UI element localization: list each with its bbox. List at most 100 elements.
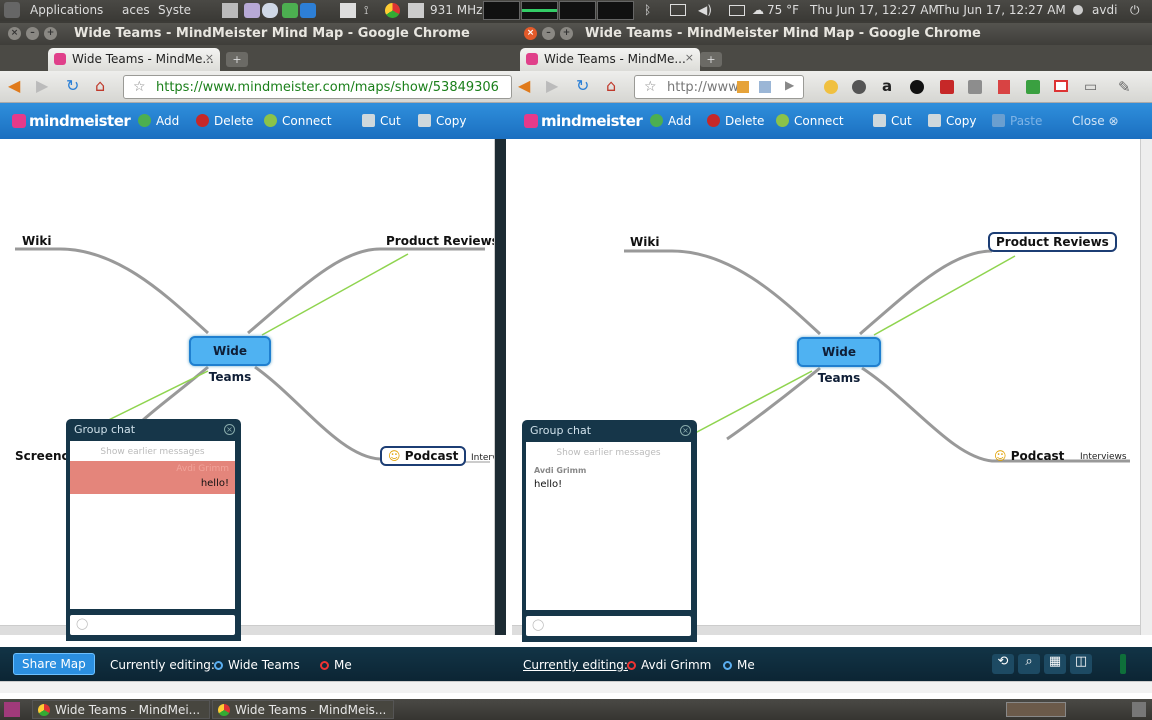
- history-icon[interactable]: ⟲: [992, 654, 1014, 674]
- node-wiki[interactable]: Wiki: [630, 235, 659, 249]
- home-icon[interactable]: ⌂: [95, 78, 105, 94]
- cloud-icon[interactable]: [262, 3, 278, 18]
- address-bar[interactable]: ☆ https://www.mindmeister.com/maps/show/…: [123, 75, 512, 99]
- close-button[interactable]: Close ⊗: [1072, 114, 1119, 128]
- add-button[interactable]: Add: [650, 114, 691, 128]
- close-icon[interactable]: ×: [680, 425, 691, 436]
- maximize-icon[interactable]: +: [560, 27, 573, 40]
- clock[interactable]: Thu Jun 17, 12:27 AM: [937, 3, 1066, 17]
- minimize-icon[interactable]: –: [26, 27, 39, 40]
- mail-icon[interactable]: [729, 5, 745, 16]
- close-icon[interactable]: ×: [224, 424, 235, 435]
- power-icon[interactable]: ⏻: [1130, 3, 1140, 18]
- close-tab-icon[interactable]: ×: [205, 51, 214, 64]
- launcher-icon[interactable]: [408, 3, 424, 18]
- workspace-switcher[interactable]: [1006, 702, 1066, 717]
- node-podcast[interactable]: ☺ Podcast: [380, 446, 467, 466]
- close-tab-icon[interactable]: ×: [685, 51, 694, 64]
- close-icon[interactable]: ×: [524, 27, 537, 40]
- back-icon[interactable]: ◀: [8, 78, 20, 94]
- new-tab-button[interactable]: +: [226, 52, 248, 67]
- browser-tab[interactable]: Wide Teams - MindMe... ×: [520, 48, 700, 71]
- tag-icon[interactable]: [968, 80, 982, 94]
- page-menu-icon[interactable]: ▭: [1084, 79, 1097, 95]
- node-interviews[interactable]: Interviews: [1080, 452, 1127, 462]
- extension-icon[interactable]: [940, 80, 954, 94]
- launcher-icon[interactable]: [300, 3, 316, 18]
- chrome-icon[interactable]: [385, 3, 400, 18]
- reload-icon[interactable]: ↻: [576, 78, 589, 94]
- page-scrollbar[interactable]: [512, 681, 1152, 693]
- grid-icon[interactable]: ▦: [1044, 654, 1066, 674]
- minimize-icon[interactable]: –: [542, 27, 555, 40]
- clock[interactable]: Thu Jun 17, 12:27 AM: [810, 3, 939, 17]
- page-scrollbar[interactable]: [0, 681, 512, 693]
- back-icon[interactable]: ◀: [518, 78, 530, 94]
- bookmark-icon[interactable]: [737, 81, 749, 93]
- node-wiki[interactable]: Wiki: [22, 234, 51, 248]
- gmail-icon[interactable]: [1054, 80, 1068, 92]
- extension-icon[interactable]: [1026, 80, 1040, 94]
- user-menu[interactable]: avdi: [1092, 3, 1117, 17]
- currently-editing-label[interactable]: Currently editing:: [523, 658, 628, 672]
- paste-button[interactable]: Paste: [992, 114, 1042, 128]
- chat-input[interactable]: ◯: [526, 616, 691, 636]
- bluetooth-icon[interactable]: ᛒ: [644, 3, 651, 17]
- taskbar-item[interactable]: Wide Teams - MindMei...: [32, 700, 210, 719]
- show-earlier-link[interactable]: Show earlier messages: [526, 448, 691, 458]
- new-tab-button[interactable]: +: [700, 52, 722, 67]
- share-map-button[interactable]: Share Map: [13, 653, 95, 675]
- cut-button[interactable]: Cut: [873, 114, 912, 128]
- display-icon[interactable]: [670, 4, 686, 16]
- add-button[interactable]: Add: [138, 114, 179, 128]
- address-bar[interactable]: ☆ http://www ▶: [634, 75, 804, 99]
- bookmark-star-icon[interactable]: ☆: [644, 79, 657, 95]
- taskbar-item[interactable]: Wide Teams - MindMeis...: [212, 700, 394, 719]
- volume-icon[interactable]: ◀): [698, 3, 712, 17]
- applications-menu[interactable]: Applications: [30, 3, 103, 17]
- bookmark-star-icon[interactable]: ☆: [133, 79, 146, 95]
- connect-button[interactable]: Connect: [776, 114, 844, 128]
- bookmark-icon[interactable]: [998, 80, 1010, 94]
- system-menu[interactable]: Syste: [158, 3, 191, 17]
- notes-icon[interactable]: [340, 3, 356, 18]
- home-icon[interactable]: ⌂: [606, 78, 616, 94]
- trash-icon[interactable]: [1132, 702, 1146, 717]
- launcher-icon[interactable]: [222, 3, 238, 18]
- network-icon[interactable]: ⟟: [364, 3, 368, 18]
- launcher-icon[interactable]: [244, 3, 260, 18]
- extension-icon[interactable]: [910, 80, 924, 94]
- window-titlebar[interactable]: × – + Wide Teams - MindMeister Mind Map …: [0, 23, 512, 45]
- central-node[interactable]: Wide Teams: [189, 336, 271, 384]
- check-icon[interactable]: [282, 3, 298, 18]
- node-product-reviews[interactable]: Product Reviews: [386, 234, 499, 248]
- amazon-icon[interactable]: a: [882, 77, 892, 95]
- wrench-icon[interactable]: ✎: [1118, 78, 1131, 96]
- copy-button[interactable]: Copy: [418, 114, 466, 128]
- search-icon[interactable]: ⌕: [1018, 654, 1040, 674]
- browser-tab[interactable]: Wide Teams - MindMe... ×: [48, 48, 220, 71]
- forward-icon[interactable]: ▶: [546, 78, 558, 94]
- panel-toggle-icon[interactable]: ◫: [1070, 654, 1092, 674]
- delete-button[interactable]: Delete: [707, 114, 764, 128]
- rss-icon[interactable]: [759, 81, 771, 93]
- extension-icon[interactable]: [824, 80, 838, 94]
- close-icon[interactable]: ×: [8, 27, 21, 40]
- node-product-reviews[interactable]: Product Reviews: [988, 232, 1117, 252]
- reload-icon[interactable]: ↻: [66, 78, 79, 94]
- go-icon[interactable]: ▶: [785, 78, 794, 92]
- places-menu[interactable]: aces: [122, 3, 150, 17]
- vertical-scrollbar[interactable]: [1140, 139, 1152, 635]
- window-titlebar[interactable]: × – + Wide Teams - MindMeister Mind Map …: [512, 23, 1152, 45]
- chat-input[interactable]: ◯: [70, 615, 235, 635]
- show-desktop-icon[interactable]: [4, 702, 20, 717]
- gear-icon[interactable]: [852, 80, 866, 94]
- cut-button[interactable]: Cut: [362, 114, 401, 128]
- connect-button[interactable]: Connect: [264, 114, 332, 128]
- forward-icon[interactable]: ▶: [36, 78, 48, 94]
- maximize-icon[interactable]: +: [44, 27, 57, 40]
- copy-button[interactable]: Copy: [928, 114, 976, 128]
- node-podcast[interactable]: ☺ Podcast: [994, 449, 1064, 463]
- show-earlier-link[interactable]: Show earlier messages: [70, 447, 235, 457]
- delete-button[interactable]: Delete: [196, 114, 253, 128]
